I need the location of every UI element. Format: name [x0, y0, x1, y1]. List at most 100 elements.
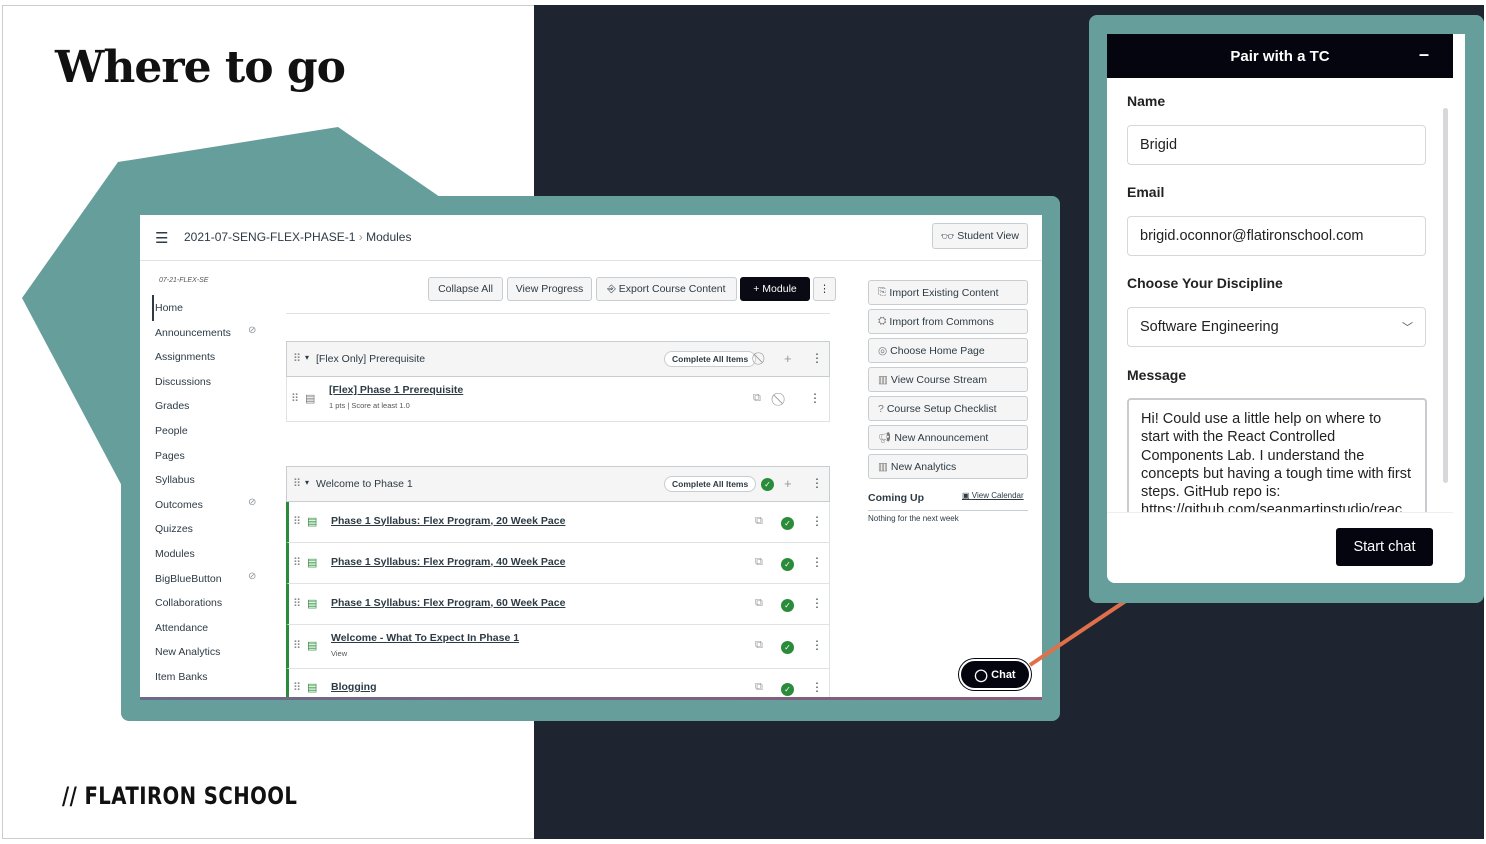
export-course-content-button[interactable]: ⎆ Export Course Content — [596, 277, 737, 301]
quiz-icon: ▤ — [305, 392, 316, 405]
published-check-icon[interactable]: ✓ — [761, 478, 774, 491]
start-chat-button[interactable]: Start chat — [1336, 528, 1433, 566]
action-choose-home-page[interactable]: ◎ Choose Home Page — [868, 338, 1028, 363]
module-menu-icon[interactable]: ⋮ — [811, 476, 823, 490]
module-item-link[interactable]: Welcome - What To Expect In Phase 1 — [331, 632, 519, 644]
item-menu-icon[interactable]: ⋮ — [811, 514, 823, 528]
discipline-label: Choose Your Discipline — [1127, 275, 1283, 291]
email-input[interactable]: brigid.oconnor@flatironschool.com — [1127, 216, 1426, 256]
export-icon: ⎆ — [607, 282, 619, 295]
sidebar-item-collaborations[interactable]: Collaborations — [155, 597, 222, 609]
breadcrumb-course[interactable]: 2021-07-SENG-FLEX-PHASE-1 — [184, 230, 355, 244]
duplicate-lock-icon[interactable]: ⧉ — [753, 392, 761, 405]
sidebar-item-attendance[interactable]: Attendance — [155, 622, 208, 634]
name-value: Brigid — [1140, 137, 1178, 153]
module-item[interactable]: ⠿ ▤ Phase 1 Syllabus: Flex Program, 20 Wee… — [286, 502, 830, 543]
action-import-existing-content[interactable]: ⎘ Import Existing Content — [868, 280, 1028, 305]
duplicate-lock-icon[interactable]: ⧉ — [755, 597, 763, 610]
duplicate-lock-icon[interactable]: ⧉ — [755, 639, 763, 652]
drag-handle-icon[interactable]: ⠿ — [293, 597, 301, 610]
view-progress-button[interactable]: View Progress — [507, 277, 592, 301]
duplicate-lock-icon[interactable]: ⧉ — [755, 515, 763, 528]
view-calendar-link[interactable]: ▣ View Calendar — [962, 491, 1024, 500]
module-header[interactable]: ⠿ ▾ Welcome to Phase 1 Complete All Items ✓ +… — [286, 466, 830, 502]
item-menu-icon[interactable]: ⋮ — [811, 555, 823, 569]
drag-handle-icon[interactable]: ⠿ — [293, 477, 301, 490]
action-icon: ⛭ — [878, 315, 887, 327]
sidebar-item-bigbluebutton[interactable]: BigBlueButton — [155, 573, 222, 585]
hamburger-menu-icon[interactable]: ☰ — [155, 229, 168, 247]
published-check-icon[interactable]: ✓ — [781, 641, 794, 654]
sidebar-item-syllabus[interactable]: Syllabus — [155, 474, 195, 486]
module-item-link[interactable]: Phase 1 Syllabus: Flex Program, 40 Week … — [331, 556, 565, 568]
page-icon: ▤ — [307, 515, 318, 528]
drag-handle-icon[interactable]: ⠿ — [293, 556, 301, 569]
email-label: Email — [1127, 184, 1165, 200]
module-title: [Flex Only] Prerequisite — [316, 353, 426, 365]
drag-handle-icon[interactable]: ⠿ — [291, 392, 299, 405]
toolbar-divider — [286, 313, 830, 314]
action-new-announcement[interactable]: 📢︎ New Announcement — [868, 425, 1028, 450]
module-item[interactable]: ⠿ ▤ [Flex] Phase 1 Prerequisite 1 pts | Sco… — [286, 377, 830, 422]
action-view-course-stream[interactable]: ▥ View Course Stream — [868, 367, 1028, 392]
module-item[interactable]: ⠿ ▤ Blogging ⧉ ✓ ⋮ — [286, 669, 830, 700]
module-header[interactable]: ⠿ ▾ [Flex Only] Prerequisite Complete All I… — [286, 341, 830, 377]
action-label: New Analytics — [890, 460, 957, 473]
more-options-icon[interactable]: ⋮ — [813, 277, 836, 301]
sidebar-item-people[interactable]: People — [155, 425, 188, 437]
module-item-link[interactable]: Blogging — [331, 681, 377, 693]
scrollbar[interactable] — [1443, 108, 1448, 483]
chat-button[interactable]: ◯ Chat — [959, 659, 1031, 690]
sidebar-item-modules[interactable]: Modules — [155, 548, 195, 560]
sidebar-item-home[interactable]: Home — [155, 302, 183, 314]
module-menu-icon[interactable]: ⋮ — [811, 351, 823, 365]
module-item[interactable]: ⠿ ▤ Phase 1 Syllabus: Flex Program, 60 Wee… — [286, 584, 830, 625]
drag-handle-icon[interactable]: ⠿ — [293, 352, 301, 365]
drag-handle-icon[interactable]: ⠿ — [293, 681, 301, 694]
student-view-button[interactable]: 👓︎ Student View — [932, 223, 1028, 249]
item-menu-icon[interactable]: ⋮ — [811, 680, 823, 694]
drag-handle-icon[interactable]: ⠿ — [293, 515, 301, 528]
sidebar-item-item-banks[interactable]: Item Banks — [155, 671, 208, 683]
sidebar-item-pages[interactable]: Pages — [155, 450, 185, 462]
sidebar-item-quizzes[interactable]: Quizzes — [155, 523, 193, 535]
sidebar-item-announcements[interactable]: Announcements — [155, 327, 231, 339]
add-item-icon[interactable]: + — [784, 476, 792, 491]
collapse-triangle-icon[interactable]: ▾ — [305, 353, 309, 362]
item-menu-icon[interactable]: ⋮ — [811, 596, 823, 610]
action-label: Import Existing Content — [889, 286, 999, 299]
module-item-link[interactable]: Phase 1 Syllabus: Flex Program, 20 Week … — [331, 515, 565, 527]
published-check-icon[interactable]: ✓ — [781, 516, 794, 530]
published-check-icon[interactable]: ✓ — [781, 598, 794, 612]
sidebar-item-new-analytics[interactable]: New Analytics — [155, 646, 220, 658]
duplicate-lock-icon[interactable]: ⧉ — [755, 681, 763, 694]
item-menu-icon[interactable]: ⋮ — [809, 391, 821, 405]
sidebar-item-outcomes[interactable]: Outcomes — [155, 499, 203, 511]
published-check-icon[interactable]: ✓ — [781, 683, 794, 696]
sidebar-item-discussions[interactable]: Discussions — [155, 376, 211, 388]
item-menu-icon[interactable]: ⋮ — [811, 638, 823, 652]
add-item-icon[interactable]: + — [784, 351, 792, 366]
action-new-analytics[interactable]: ▥ New Analytics — [868, 454, 1028, 479]
add-module-button[interactable]: + Module — [740, 277, 810, 301]
sidebar-item-grades[interactable]: Grades — [155, 400, 189, 412]
action-course-setup-checklist[interactable]: ? Course Setup Checklist — [868, 396, 1028, 421]
discipline-select[interactable]: Software Engineering ﹀ — [1127, 307, 1426, 347]
published-check-icon[interactable]: ✓ — [781, 557, 794, 571]
panel-title: Pair with a TC — [1230, 47, 1330, 65]
breadcrumb: 2021-07-SENG-FLEX-PHASE-1 › Modules — [184, 230, 411, 244]
module-item[interactable]: ⠿ ▤ Phase 1 Syllabus: Flex Program, 40 Wee… — [286, 543, 830, 584]
action-import-from-commons[interactable]: ⛭ Import from Commons — [868, 309, 1028, 334]
module-item-link[interactable]: [Flex] Phase 1 Prerequisite — [329, 384, 463, 396]
duplicate-lock-icon[interactable]: ⧉ — [755, 556, 763, 569]
action-icon: ▥ — [878, 373, 888, 386]
collapse-triangle-icon[interactable]: ▾ — [305, 478, 309, 487]
sidebar-item-assignments[interactable]: Assignments — [155, 351, 215, 363]
message-textarea[interactable]: Hi! Could use a little help on where to … — [1127, 398, 1427, 518]
drag-handle-icon[interactable]: ⠿ — [293, 639, 301, 652]
module-item[interactable]: ⠿ ▤ Welcome - What To Expect In Phase 1 Vie… — [286, 625, 830, 669]
minimize-icon[interactable]: – — [1419, 44, 1429, 65]
module-item-link[interactable]: Phase 1 Syllabus: Flex Program, 60 Week … — [331, 597, 565, 609]
collapse-all-button[interactable]: Collapse All — [428, 277, 503, 301]
name-input[interactable]: Brigid — [1127, 125, 1426, 165]
